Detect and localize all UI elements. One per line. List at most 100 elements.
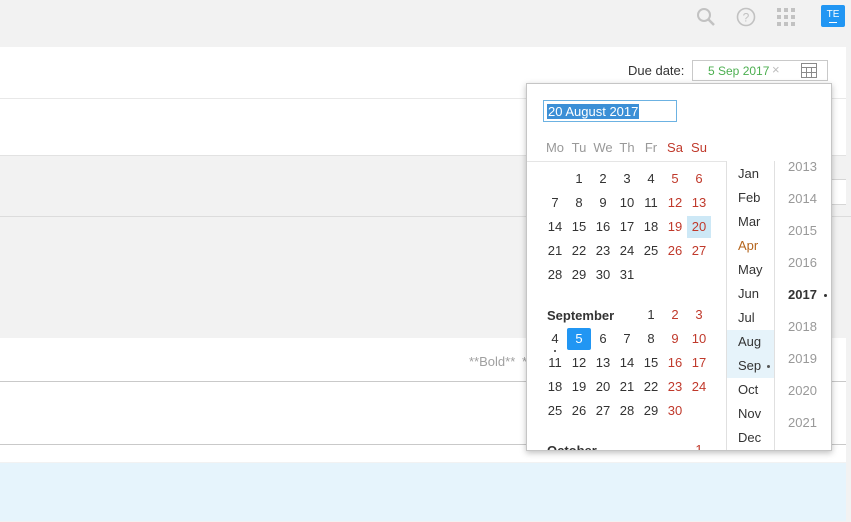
calendar-day[interactable]: 29 (567, 264, 591, 286)
calendar-day[interactable]: 28 (543, 264, 567, 286)
calendar-day[interactable]: 29 (639, 400, 663, 422)
year-option[interactable]: 2013 (775, 151, 831, 183)
info-banner (0, 463, 846, 521)
divider (527, 161, 727, 162)
month-option[interactable]: Aug (727, 330, 774, 354)
calendar-day[interactable]: 7 (543, 192, 567, 214)
calendar-day[interactable]: 10 (687, 328, 711, 350)
due-date-value: 5 Sep 2017 (708, 64, 770, 78)
calendar-day[interactable]: 24 (615, 240, 639, 262)
user-avatar[interactable]: TE (821, 5, 845, 27)
month-option[interactable]: Dec (727, 426, 774, 450)
calendar-day[interactable]: 23 (663, 376, 687, 398)
month-option[interactable]: Apr (727, 234, 774, 258)
calendar-day[interactable]: 9 (591, 192, 615, 214)
calendar-day[interactable]: 18 (639, 216, 663, 238)
year-option[interactable]: 2019 (775, 343, 831, 375)
calendar-day[interactable]: 5 (663, 168, 687, 190)
calendar-day[interactable]: 27 (591, 400, 615, 422)
apps-grid-icon[interactable] (775, 6, 797, 28)
calendar-day[interactable]: 30 (591, 264, 615, 286)
calendar-day[interactable]: 22 (639, 376, 663, 398)
calendar-day[interactable]: 4 (639, 168, 663, 190)
weekday-label: We (593, 140, 613, 155)
calendar-day[interactable]: 3 (687, 304, 711, 326)
month-option[interactable]: Oct (727, 378, 774, 402)
year-option[interactable]: 2020 (775, 375, 831, 407)
calendar-day[interactable]: 2 (663, 304, 687, 326)
calendar-day[interactable]: 23 (591, 240, 615, 262)
calendar-day[interactable]: 1 (687, 439, 711, 450)
calendar-day[interactable]: 5 (567, 328, 591, 350)
year-option[interactable]: 2016 (775, 247, 831, 279)
month-option[interactable]: Jan (727, 162, 774, 186)
calendar-day[interactable]: 14 (615, 352, 639, 374)
calendar-icon[interactable] (801, 63, 817, 78)
calendar-day[interactable]: 16 (663, 352, 687, 374)
calendar-day[interactable]: 10 (615, 192, 639, 214)
clear-date-icon[interactable]: × (772, 62, 780, 77)
calendar-day[interactable]: 19 (567, 376, 591, 398)
calendar-day[interactable]: 26 (567, 400, 591, 422)
calendar-day[interactable]: 12 (663, 192, 687, 214)
calendar-day[interactable]: 27 (687, 240, 711, 262)
calendar-day[interactable]: 17 (615, 216, 639, 238)
month-option[interactable]: Jul (727, 306, 774, 330)
month-option[interactable]: Jun (727, 282, 774, 306)
month-option[interactable]: Mar (727, 210, 774, 234)
calendar-day[interactable]: 13 (687, 192, 711, 214)
calendar-day[interactable]: 2 (591, 168, 615, 190)
calendar-day[interactable]: 13 (591, 352, 615, 374)
calendar-day[interactable]: 12 (567, 352, 591, 374)
calendar-day[interactable]: 11 (639, 192, 663, 214)
calendar-day[interactable]: 1 (639, 304, 663, 326)
calendar-day[interactable]: 21 (543, 240, 567, 262)
calendar-day[interactable]: 4 (543, 328, 567, 352)
date-input-selection: 20 August 2017 (547, 103, 640, 119)
date-picker-popup: 20 August 2017 Mo Tu We Th Fr Sa Su 1234567891… (526, 83, 832, 451)
calendar-day[interactable]: 24 (687, 376, 711, 398)
year-option[interactable]: 2021 (775, 407, 831, 439)
calendar-day[interactable]: 25 (639, 240, 663, 262)
due-date-field[interactable]: 5 Sep 2017 × (692, 60, 828, 81)
year-option[interactable]: 2018 (775, 311, 831, 343)
year-option[interactable]: 2015 (775, 215, 831, 247)
calendar-day[interactable]: 20 (687, 216, 711, 238)
calendar-day[interactable]: 8 (639, 328, 663, 350)
calendar-day[interactable]: 25 (543, 400, 567, 422)
calendar-day[interactable]: 3 (615, 168, 639, 190)
calendar-day[interactable]: 21 (615, 376, 639, 398)
date-text-input[interactable]: 20 August 2017 (543, 100, 677, 122)
calendar-day[interactable]: 6 (687, 168, 711, 190)
month-section-title: October (547, 443, 597, 451)
calendar-day[interactable]: 30 (663, 400, 687, 422)
help-icon[interactable]: ? (735, 6, 757, 28)
calendar-day[interactable]: 9 (663, 328, 687, 350)
calendar-day[interactable]: 14 (543, 216, 567, 238)
search-icon[interactable] (695, 6, 717, 28)
calendar-day[interactable]: 17 (687, 352, 711, 374)
year-option[interactable]: 2017 (775, 279, 831, 311)
calendar-day[interactable]: 18 (543, 376, 567, 398)
calendar-day[interactable]: 7 (615, 328, 639, 350)
calendar-day[interactable]: 20 (591, 376, 615, 398)
month-option[interactable]: May (727, 258, 774, 282)
calendar-day[interactable]: 15 (639, 352, 663, 374)
month-option[interactable]: Sep (727, 354, 774, 378)
year-option[interactable]: 2014 (775, 183, 831, 215)
month-option[interactable]: Feb (727, 186, 774, 210)
weekday-label: Fr (644, 140, 658, 155)
calendar-day[interactable]: 1 (567, 168, 591, 190)
calendar-day[interactable]: 6 (591, 328, 615, 350)
calendar-day[interactable]: 26 (663, 240, 687, 262)
calendar-day[interactable]: 28 (615, 400, 639, 422)
calendar-day[interactable]: 11 (543, 352, 567, 374)
due-date-label: Due date: (628, 63, 685, 78)
month-option[interactable]: Nov (727, 402, 774, 426)
calendar-day[interactable]: 31 (615, 264, 639, 286)
calendar-day[interactable]: 15 (567, 216, 591, 238)
calendar-day[interactable]: 19 (663, 216, 687, 238)
calendar-day[interactable]: 8 (567, 192, 591, 214)
calendar-day[interactable]: 22 (567, 240, 591, 262)
calendar-day[interactable]: 16 (591, 216, 615, 238)
